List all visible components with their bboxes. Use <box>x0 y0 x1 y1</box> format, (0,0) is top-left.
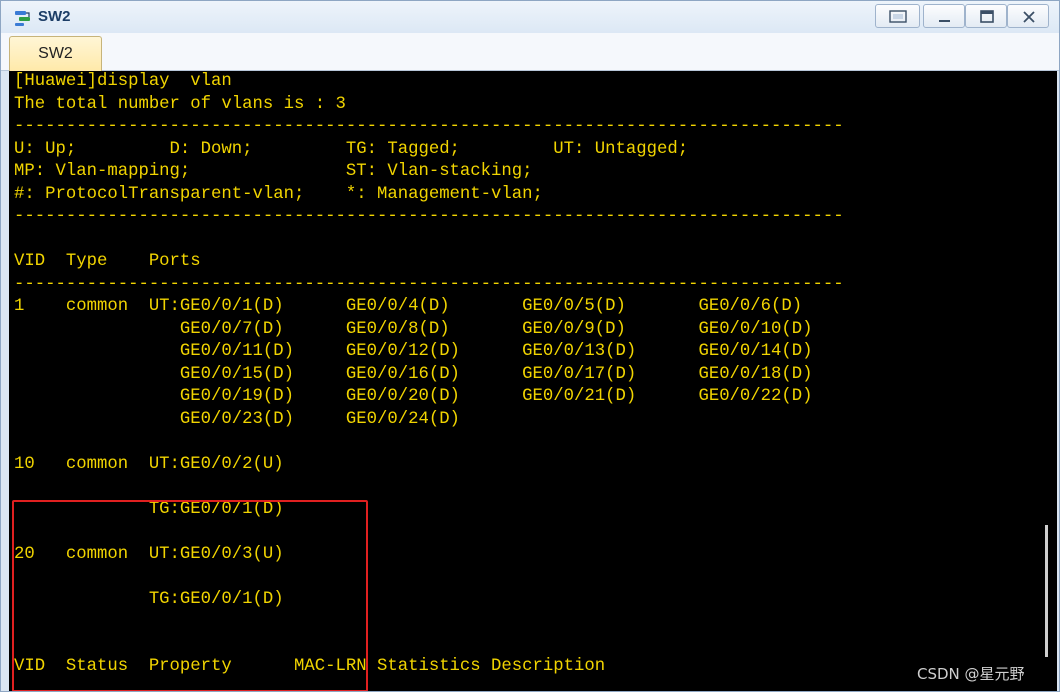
app-window: SW2 SW2 [Huawei]display vlan The total n… <box>0 0 1060 692</box>
terminal-line: U: Up; D: Down; TG: Tagged; UT: Untagged… <box>14 139 689 159</box>
maximize-icon <box>980 10 994 23</box>
terminal-line: GE0/0/15(D) GE0/0/16(D) GE0/0/17(D) GE0/… <box>14 364 813 384</box>
terminal-line: [Huawei]display vlan <box>14 72 232 91</box>
restore-icon <box>889 10 907 23</box>
terminal-line: GE0/0/23(D) GE0/0/24(D) <box>14 409 460 429</box>
maximize-button[interactable] <box>965 4 1007 28</box>
restore-button[interactable] <box>875 4 920 28</box>
minimize-button[interactable] <box>923 4 965 28</box>
vertical-scrollbar[interactable] <box>1031 73 1057 691</box>
scrollbar-thumb[interactable] <box>1045 525 1048 657</box>
terminal-line: The total number of vlans is : 3 <box>14 94 346 114</box>
terminal-line: 10 common UT:GE0/0/2(U) <box>14 454 284 474</box>
close-button[interactable] <box>1007 4 1049 28</box>
highlight-box <box>12 500 368 691</box>
minimize-icon <box>939 20 950 22</box>
terminal-line: GE0/0/7(D) GE0/0/8(D) GE0/0/9(D) GE0/0/1… <box>14 319 813 339</box>
terminal-line: #: ProtocolTransparent-vlan; *: Manageme… <box>14 184 543 204</box>
window-title: SW2 <box>38 8 71 25</box>
title-bar[interactable]: SW2 <box>1 1 1059 33</box>
terminal-line: ----------------------------------------… <box>14 207 844 226</box>
tab-bar: SW2 <box>1 33 1059 72</box>
terminal-line: 1 common UT:GE0/0/1(D) GE0/0/4(D) GE0/0/… <box>14 297 803 316</box>
terminal-line: ----------------------------------------… <box>14 274 844 294</box>
terminal-line: ----------------------------------------… <box>14 117 844 136</box>
terminal-line: MP: Vlan-mapping; ST: Vlan-stacking; <box>14 162 533 181</box>
tab-sw2[interactable]: SW2 <box>9 36 102 72</box>
terminal-line: GE0/0/19(D) GE0/0/20(D) GE0/0/21(D) GE0/… <box>14 387 813 406</box>
terminal-line: VID Type Ports <box>14 252 201 271</box>
watermark: CSDN @星元野 <box>917 665 1025 683</box>
terminal-output[interactable]: [Huawei]display vlan The total number of … <box>9 71 1057 691</box>
terminal-line: GE0/0/11(D) GE0/0/12(D) GE0/0/13(D) GE0/… <box>14 342 813 361</box>
switch-icon <box>13 8 33 28</box>
close-icon <box>1023 11 1035 23</box>
